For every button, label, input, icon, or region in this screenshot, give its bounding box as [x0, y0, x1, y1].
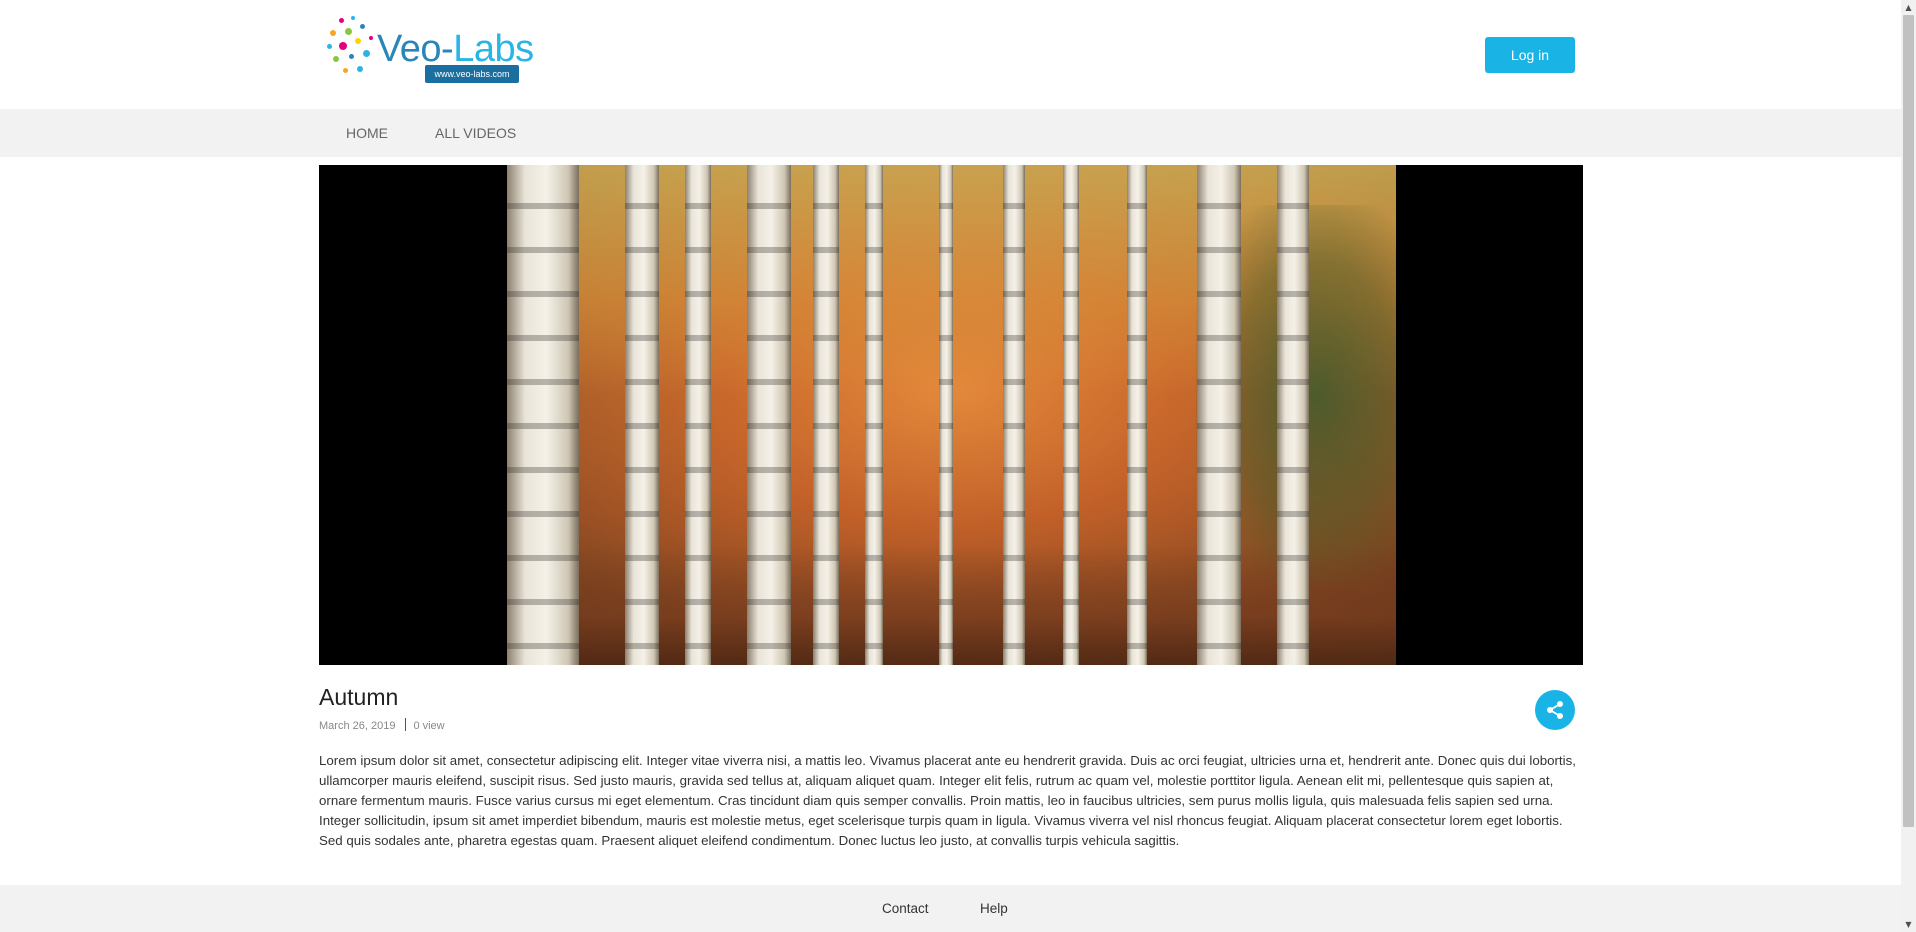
login-button[interactable]: Log in [1485, 37, 1575, 73]
site-header: Veo-Labs www.veo-labs.com Log in [0, 0, 1901, 109]
logo-dot [343, 68, 348, 73]
logo-dot [345, 28, 352, 35]
share-button[interactable] [1535, 690, 1575, 730]
logo-dot [357, 66, 363, 72]
scroll-up-arrow-icon[interactable]: ▲ [1901, 0, 1916, 15]
logo-dot [363, 50, 370, 57]
video-tree-trunk [1063, 165, 1079, 665]
scroll-down-arrow-icon[interactable]: ▼ [1901, 917, 1916, 932]
logo-name: Veo [377, 28, 442, 70]
video-tree-trunk [625, 165, 659, 665]
page-scrollbar[interactable]: ▲ ▼ [1901, 0, 1916, 932]
video-tree-trunk [1197, 165, 1241, 665]
video-frame-autumn-forest [507, 165, 1396, 665]
scrollbar-thumb[interactable] [1903, 15, 1914, 827]
logo-dot [327, 44, 332, 49]
video-tree-trunk [685, 165, 711, 665]
logo-dot [339, 42, 347, 50]
site-footer: Contact Help [0, 885, 1901, 932]
video-tree-trunk [813, 165, 839, 665]
video-tree-trunk [1277, 165, 1309, 665]
nav-item-all-videos[interactable]: ALL VIDEOS [435, 109, 516, 157]
logo-dot [351, 16, 355, 20]
logo-dot [330, 30, 336, 36]
video-player[interactable] [319, 165, 1583, 665]
video-title: Autumn [319, 684, 399, 710]
video-views: 0 view [413, 720, 445, 732]
video-tree-trunk [1127, 165, 1147, 665]
logo-url-badge: www.veo-labs.com [425, 65, 519, 83]
video-date: March 26, 2019 [319, 720, 396, 732]
logo-accent: Labs [453, 28, 534, 70]
share-icon [1547, 701, 1563, 719]
nav-item-home[interactable]: HOME [346, 109, 388, 157]
video-tree-trunk [507, 165, 579, 665]
video-tree-trunk [939, 165, 953, 665]
logo-dot [355, 38, 361, 44]
video-tree-trunk [1003, 165, 1025, 665]
logo-dot [360, 24, 365, 29]
logo-dash: - [441, 28, 454, 70]
video-meta: March 26, 2019 0 view [319, 718, 445, 732]
logo-dot [349, 54, 354, 59]
veo-labs-logo[interactable]: Veo-Labs www.veo-labs.com [325, 14, 534, 86]
logo-dot [339, 18, 344, 23]
video-tree-trunk [865, 165, 883, 665]
footer-link-contact[interactable]: Contact [882, 885, 929, 932]
footer-link-help[interactable]: Help [980, 885, 1008, 932]
video-description: Lorem ipsum dolor sit amet, consectetur … [319, 753, 1576, 848]
meta-divider [405, 718, 407, 731]
logo-dot [369, 36, 373, 40]
main-nav: HOME ALL VIDEOS [0, 109, 1901, 157]
logo-dot [333, 56, 339, 62]
video-tree-trunk [747, 165, 791, 665]
